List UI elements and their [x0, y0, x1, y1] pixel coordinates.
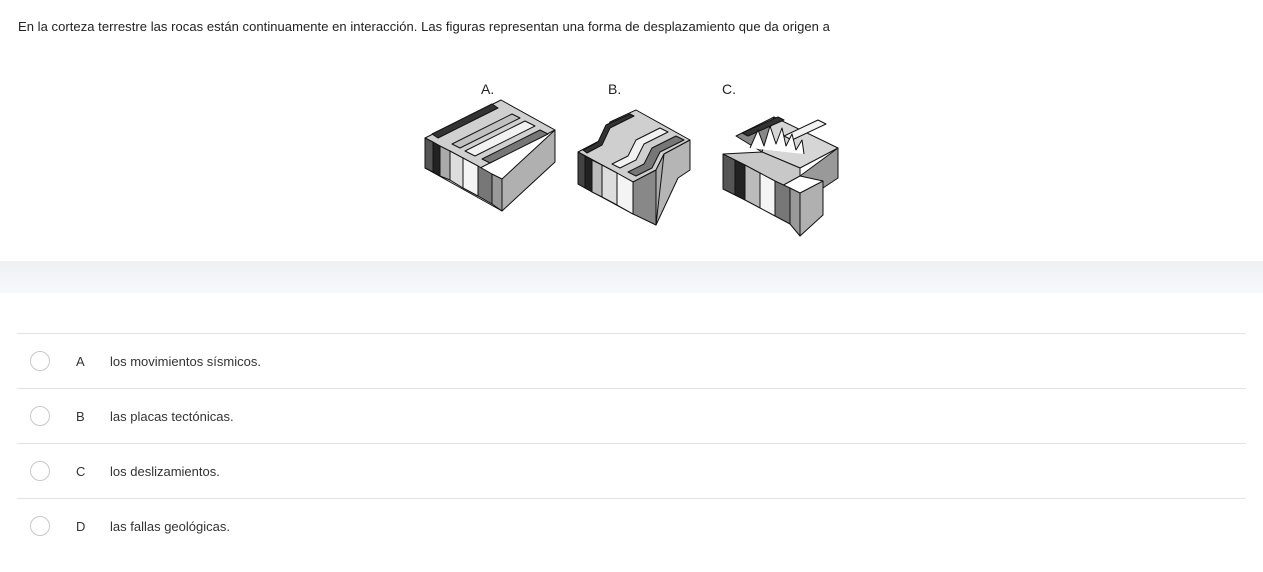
radio-button-b[interactable]: [30, 406, 50, 426]
radio-button-c[interactable]: [30, 461, 50, 481]
block-a-diagram: [424, 99, 556, 212]
option-letter: D: [76, 518, 86, 534]
option-a[interactable]: A los movimientos sísmicos.: [17, 333, 1246, 388]
option-text: los deslizamientos.: [110, 463, 220, 479]
option-letter: C: [76, 463, 86, 479]
option-text: las placas tectónicas.: [110, 408, 234, 424]
option-text: las fallas geológicas.: [110, 518, 230, 534]
option-text: los movimientos sísmicos.: [110, 353, 261, 369]
block-diagrams-svg: [424, 99, 839, 237]
option-c[interactable]: C los deslizamientos.: [17, 443, 1246, 498]
figure-block-diagrams: A. B. C.: [0, 70, 1263, 250]
block-c-diagram: [722, 116, 839, 237]
option-letter: A: [76, 353, 85, 369]
radio-button-d[interactable]: [30, 516, 50, 536]
answer-options: A los movimientos sísmicos. B las placas…: [17, 333, 1246, 553]
radio-button-a[interactable]: [30, 351, 50, 371]
block-b-diagram: [577, 109, 691, 226]
question-text: En la corteza terrestre las rocas están …: [18, 19, 830, 34]
option-letter: B: [76, 408, 85, 424]
option-d[interactable]: D las fallas geológicas.: [17, 498, 1246, 553]
option-b[interactable]: B las placas tectónicas.: [17, 388, 1246, 443]
section-divider: [0, 261, 1263, 293]
